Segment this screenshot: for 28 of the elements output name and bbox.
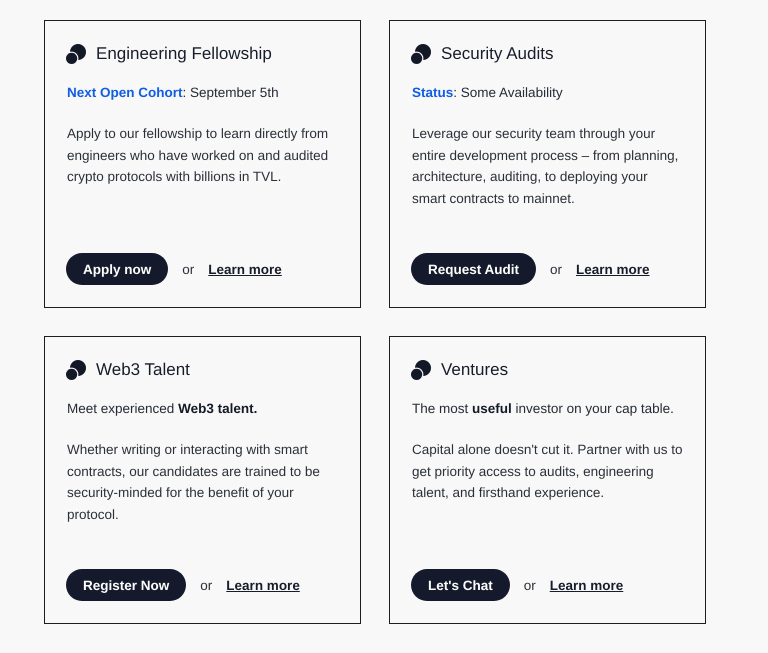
action-button[interactable]: Register Now (66, 569, 186, 601)
description-text: Whether writing or interacting with smart contracts, our candidates are trained to be security-minded for the benefit of your protocol. (67, 441, 321, 524)
status-text: Status: Some Availability (412, 84, 564, 102)
or-text: or (524, 578, 536, 592)
lead-text: Meet experienced Web3 talent. (67, 400, 258, 418)
or-text: or (550, 262, 562, 276)
or-text: or (200, 578, 212, 592)
action-button[interactable]: Request Audit (411, 253, 536, 285)
description-text: Apply to our fellowship to learn directly from engineers who have worked on and audited crypto protocols with billions in TVL. (67, 125, 330, 186)
description-text: Leverage our security team through your entire development process – from planning, architecture, auditing, to deploying your smart contracts to mainnet. (412, 125, 680, 208)
learn-more-link[interactable]: Learn more (550, 578, 624, 592)
card-title: Security Audits (441, 43, 554, 65)
learn-more-link[interactable]: Learn more (576, 262, 650, 276)
status-text: Next Open Cohort: September 5th (67, 84, 280, 102)
learn-more-link[interactable]: Learn more (208, 262, 282, 276)
circles-icon (411, 360, 431, 380)
lead-text: The most useful investor on your cap table. (412, 400, 675, 418)
card-title: Web3 Talent (96, 359, 190, 381)
circles-icon (411, 44, 431, 64)
description-text: Capital alone doesn't cut it. Partner with us to get priority access to audits, engineering talent, and firsthand experience. (412, 441, 684, 502)
card-title: Engineering Fellowship (96, 43, 272, 65)
action-button[interactable]: Apply now (66, 253, 168, 285)
circles-icon (66, 360, 86, 380)
or-text: or (182, 262, 194, 276)
circles-icon (66, 44, 86, 64)
action-button[interactable]: Let's Chat (411, 569, 510, 601)
learn-more-link[interactable]: Learn more (226, 578, 300, 592)
card-title: Ventures (441, 359, 508, 381)
